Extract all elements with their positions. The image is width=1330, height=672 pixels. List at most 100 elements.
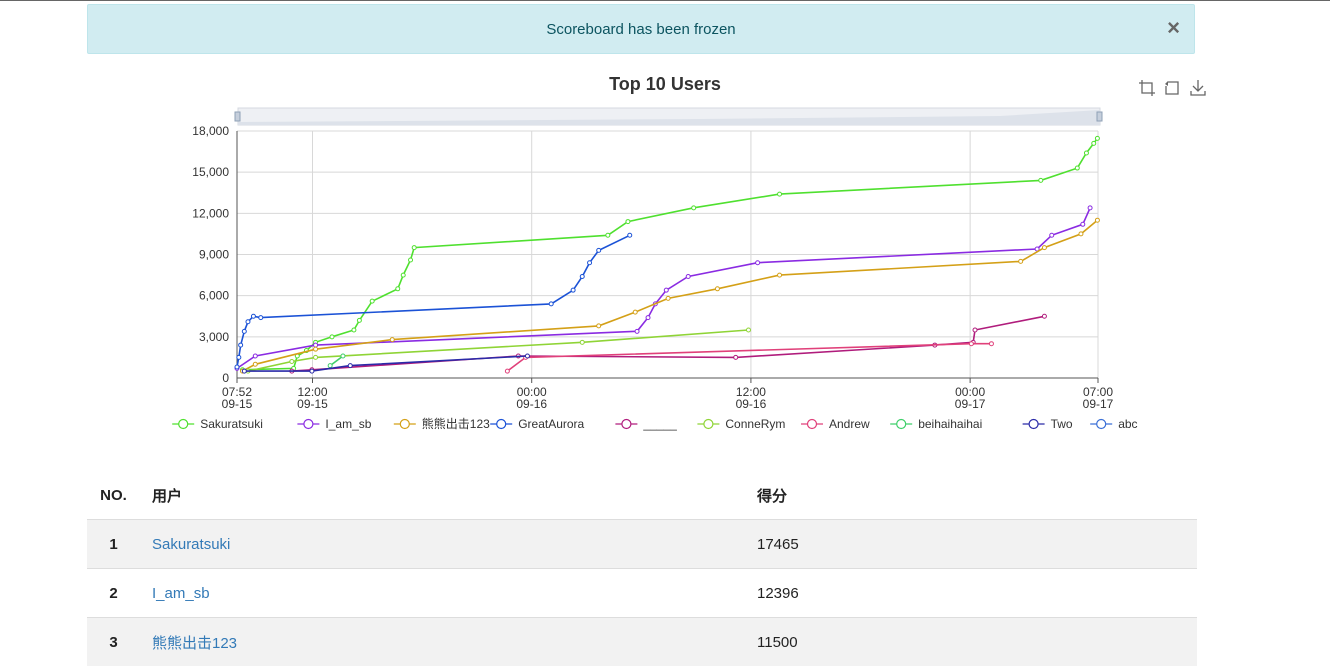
data-point [632, 309, 638, 315]
restore-icon[interactable] [1162, 78, 1182, 98]
y-tick-label: 3,000 [199, 330, 229, 344]
download-icon[interactable] [1188, 78, 1208, 98]
data-point [309, 368, 315, 374]
legend-marker [399, 418, 410, 430]
data-point [369, 298, 375, 304]
data-point [252, 361, 258, 367]
user-link[interactable]: I_am_sb [152, 585, 210, 602]
data-point [596, 247, 602, 253]
data-point [988, 341, 994, 347]
x-tick-label: 09-17 [955, 397, 986, 411]
table-row: 3 熊熊出击123 11500 [87, 617, 1197, 666]
legend-label: Sakuratsuki [200, 417, 263, 431]
header-no: NO. [87, 472, 140, 520]
data-point [238, 342, 244, 348]
data-point [733, 354, 739, 360]
user-link[interactable]: 熊熊出击123 [152, 635, 237, 652]
legend-label: ConneRym [725, 417, 785, 431]
legend-marker [1028, 418, 1039, 430]
data-point [241, 328, 247, 334]
header-user: 用户 [140, 472, 757, 520]
close-icon[interactable]: × [1167, 16, 1180, 40]
data-point [627, 232, 633, 238]
data-point [340, 353, 346, 359]
data-point [234, 364, 240, 370]
x-tick-label: 09-16 [516, 397, 547, 411]
legend-label: _____ [642, 417, 677, 431]
data-point [1094, 135, 1100, 141]
data-point [745, 327, 751, 333]
top-users-chart: Top 10 Users 0 3,000 6,000 9,000 12,000 15,00… [0, 60, 1330, 460]
data-point [356, 317, 362, 323]
legend-label: Andrew [829, 417, 870, 431]
legend-marker [303, 418, 314, 430]
x-tick-label: 09-15 [297, 397, 328, 411]
data-point [1094, 217, 1100, 223]
legend-marker [1096, 418, 1107, 430]
data-point [625, 219, 631, 225]
data-point [411, 245, 417, 251]
zoom-icon[interactable] [1137, 78, 1157, 98]
data-point [777, 191, 783, 197]
table-row: 2 I_am_sb 12396 [87, 568, 1197, 618]
data-point [972, 327, 978, 333]
data-point [289, 359, 295, 365]
chart-title: Top 10 Users [609, 74, 721, 94]
alert-message: Scoreboard has been frozen [546, 21, 736, 38]
legend-marker [896, 418, 907, 430]
data-point [691, 205, 697, 211]
data-point [634, 328, 640, 334]
data-point [250, 313, 256, 319]
legend-label: abc [1118, 417, 1137, 431]
zoom-slider-handle-right [1096, 111, 1103, 122]
legend-label: GreatAurora [518, 417, 584, 431]
data-point [347, 363, 353, 369]
data-point [663, 287, 669, 293]
y-tick-label: 15,000 [192, 165, 229, 179]
line-chart-canvas: 03,0006,0009,00012,00015,00018,00007:520… [172, 107, 1138, 431]
rank-cell: 3 [87, 617, 140, 666]
data-point [313, 342, 319, 348]
legend-marker [496, 418, 507, 430]
data-point [1091, 140, 1097, 146]
data-point [1018, 258, 1024, 264]
legend-marker [178, 418, 189, 430]
rank-cell: 1 [87, 519, 140, 569]
data-point [685, 273, 691, 279]
user-link[interactable]: Sakuratsuki [152, 536, 230, 553]
data-point [1087, 205, 1093, 211]
data-point [245, 319, 251, 325]
series-line [247, 329, 749, 372]
y-tick-label: 18,000 [192, 124, 229, 138]
data-point [1041, 313, 1047, 319]
y-tick-label: 6,000 [199, 289, 229, 303]
legend-marker [806, 418, 818, 430]
data-point [400, 272, 406, 278]
data-point [1038, 177, 1044, 183]
data-point [252, 353, 258, 359]
data-point [1080, 221, 1086, 227]
x-tick-label: 09-17 [1083, 397, 1114, 411]
data-point [605, 232, 611, 238]
data-point [579, 339, 585, 345]
top-divider [0, 0, 1330, 1]
y-tick-label: 12,000 [192, 206, 229, 220]
scoreboard-table: NO. 用户 得分 1 Sakuratsuki 17465 2 I_am_sb … [87, 472, 1197, 666]
legend-marker [621, 418, 632, 430]
table-header-row: NO. 用户 得分 [87, 472, 1197, 520]
data-point [755, 260, 761, 266]
rank-cell: 2 [87, 568, 140, 618]
data-point [596, 323, 602, 329]
data-point [1074, 165, 1080, 171]
data-point [524, 353, 530, 359]
x-tick-label: 09-16 [736, 397, 767, 411]
data-point [714, 286, 720, 292]
data-point [327, 363, 333, 369]
data-point [258, 315, 264, 321]
score-cell: 17465 [757, 519, 1197, 569]
legend-label: beihaihaihai [918, 417, 982, 431]
data-point [1083, 150, 1089, 156]
legend-label: I_am_sb [325, 417, 371, 431]
legend-marker [703, 418, 714, 430]
data-point [570, 287, 576, 293]
